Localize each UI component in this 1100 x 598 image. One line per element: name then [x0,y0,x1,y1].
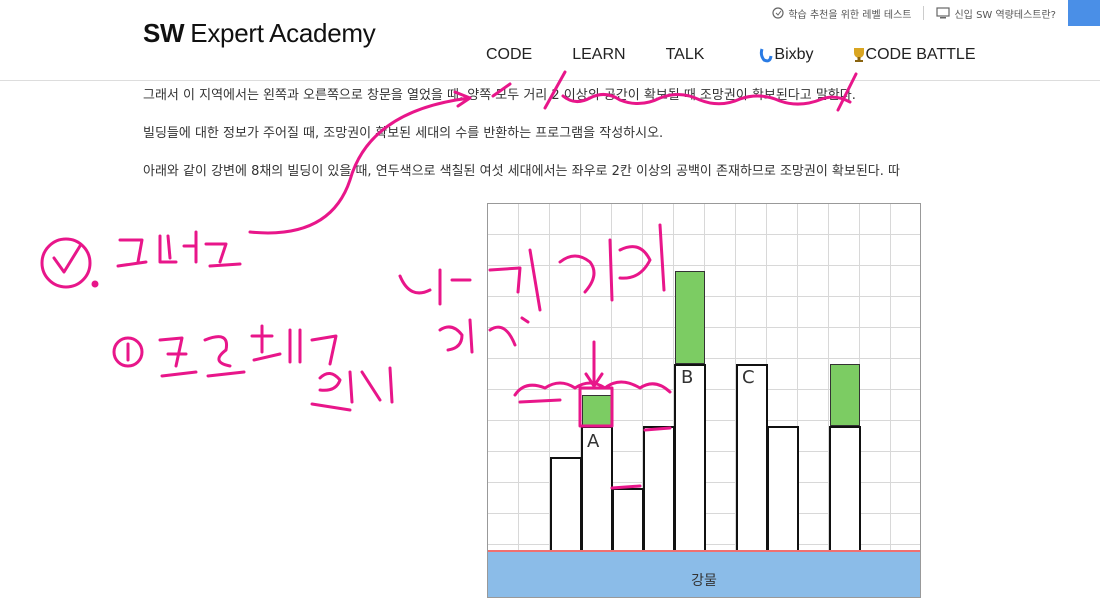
label-b: B [681,367,694,388]
nav-learn[interactable]: LEARN [572,46,625,64]
monitor-icon [936,7,951,19]
problem-line-1: 그래서 이 지역에서는 왼쪽과 오른쪽으로 창문을 열었을 때, 양쪽 모두 거… [143,88,856,103]
building-figure: A B C 강물 [487,203,921,598]
building-3 [612,488,644,552]
view-units-b [675,271,705,364]
building-b [674,364,706,552]
main-nav: CODE LEARN TALK Bixby CODE BATTLE [486,46,976,64]
building-1 [550,457,582,552]
building-c [736,364,768,552]
problem-line-2: 빌딩들에 대한 정보가 주어질 때, 조망권이 확보된 세대의 수를 반환하는 … [143,126,664,141]
trophy-icon [853,48,864,62]
river-label: 강물 [691,573,717,589]
sw-test-link[interactable]: 신입 SW 역량테스트란? [924,0,1068,26]
menu-button[interactable] [1068,0,1100,26]
nav-code-battle[interactable]: CODE BATTLE [852,46,976,64]
label-c: C [742,367,755,388]
building-8 [829,426,861,552]
view-units-8 [830,364,860,426]
nav-bixby[interactable]: Bixby [758,46,814,64]
label-a: A [587,431,600,452]
level-test-link[interactable]: 학습 추천을 위한 레벨 테스트 [760,0,923,26]
nav-code[interactable]: CODE [486,46,532,64]
book-icon [772,7,784,19]
site-logo[interactable]: SW Expert Academy [143,18,376,49]
building-4 [643,426,675,552]
utility-bar: 학습 추천을 위한 레벨 테스트 신입 SW 역량테스트란? [760,0,1100,26]
problem-line-3: 아래와 같이 강변에 8채의 빌딩이 있을 때, 연두색으로 색칠된 여섯 세대… [143,164,900,179]
nav-talk[interactable]: TALK [666,46,705,64]
view-unit-a [582,395,612,426]
bixby-icon [760,48,773,63]
building-7 [767,426,799,552]
